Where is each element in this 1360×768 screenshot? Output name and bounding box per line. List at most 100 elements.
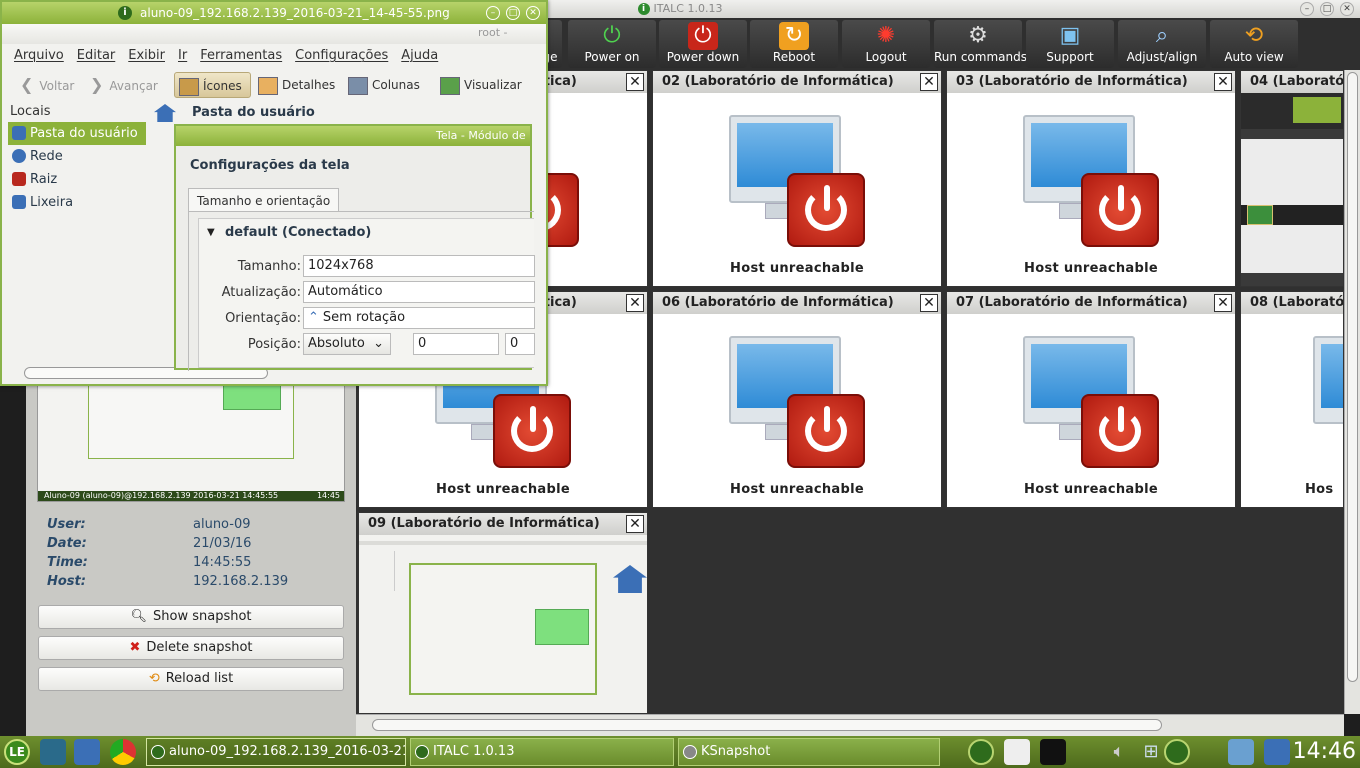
icons-view-button[interactable]: Ícones xyxy=(174,72,251,98)
chevron-down-icon[interactable]: ▼ xyxy=(207,227,215,238)
power-off-icon xyxy=(1081,173,1159,247)
start-menu-icon[interactable]: LE xyxy=(4,739,30,765)
menu-ajuda[interactable]: Ajuda xyxy=(401,44,438,68)
home-icon xyxy=(154,104,176,122)
forward-button[interactable]: ❯ Avançar xyxy=(86,72,158,98)
details-view-button[interactable]: Detalhes xyxy=(254,72,335,98)
file-manager-titlebar: i aluno-09_192.168.2.139_2016-03-21_14-4… xyxy=(2,2,546,24)
desktop-icon[interactable] xyxy=(40,739,66,765)
reload-list-button[interactable]: ⟲ Reload list xyxy=(38,667,344,691)
close-icon[interactable]: ✕ xyxy=(920,73,938,91)
menu-exibir[interactable]: Exibir xyxy=(128,44,165,68)
trash-icon[interactable] xyxy=(1264,739,1290,765)
breadcrumb[interactable]: Pasta do usuário xyxy=(154,102,315,124)
power-off-icon xyxy=(1081,394,1159,468)
menu-arquivo[interactable]: Arquivo xyxy=(14,44,64,68)
chrome-icon[interactable] xyxy=(110,739,136,765)
delete-snapshot-button[interactable]: ✖ Delete snapshot xyxy=(38,636,344,660)
refresh-field[interactable]: Automático xyxy=(303,281,535,303)
position-select[interactable]: Absoluto ⌄ xyxy=(303,333,391,355)
show-snapshot-button[interactable]: 🔍︎ Show snapshot xyxy=(38,605,344,629)
maximize-icon[interactable]: □ xyxy=(1320,2,1334,16)
network-icon xyxy=(12,149,26,163)
app-icon: i xyxy=(118,6,132,20)
toolbar-button-run-commands[interactable]: ⚙ Run commands xyxy=(934,20,1027,68)
size-field[interactable]: 1024x768 xyxy=(303,255,535,277)
computer-tile[interactable]: 09 (Laboratório de Informática) ✕ xyxy=(358,512,648,714)
power-down-icon: ⏻ xyxy=(688,22,718,50)
close-icon[interactable]: ✕ xyxy=(1340,2,1354,16)
screenshot-icon[interactable] xyxy=(1228,739,1254,765)
refresh-label: Atualização: xyxy=(221,285,301,300)
auto-view-icon: ⟲ xyxy=(1244,23,1264,48)
grid-horizontal-scrollbar[interactable] xyxy=(356,714,1344,736)
arrow-right-icon: ❯ xyxy=(90,75,104,94)
dialog-title: Tela - Módulo de xyxy=(436,129,526,142)
toolbar-button-support[interactable]: ▣ Support xyxy=(1026,20,1114,68)
task-ksnapshot[interactable]: KSnapshot xyxy=(678,738,940,766)
menu-ir[interactable]: Ir xyxy=(178,44,187,68)
task-file-manager[interactable]: aluno-09_192.168.2.139_2016-03-21 xyxy=(146,738,406,766)
preview-caption-bar: Aluno-09 (aluno-09)@192.168.2.139 2016-0… xyxy=(38,491,344,501)
user-indicator: root - xyxy=(478,26,508,39)
icons-view-icon xyxy=(179,77,199,96)
computer-tile[interactable]: 07 (Laboratório de Informática) ✕ Host un… xyxy=(946,291,1236,508)
gear-icon: ⚙ xyxy=(968,23,988,48)
magnifier-icon: ⌕ xyxy=(1155,23,1169,48)
place-network[interactable]: Rede xyxy=(4,145,150,168)
italc-tray-icon[interactable] xyxy=(968,739,994,765)
tab-size-orientation[interactable]: Tamanho e orientação xyxy=(188,188,340,212)
maximize-icon[interactable]: □ xyxy=(506,6,520,20)
preview-button[interactable]: Visualizar xyxy=(436,72,522,98)
magnifier-icon: 🔍︎ xyxy=(130,609,147,624)
menu-configuracoes[interactable]: Configurações xyxy=(295,44,388,68)
volume-icon[interactable]: 🔈︎ xyxy=(1106,739,1132,765)
toolbar-button-adjust-align[interactable]: ⌕ Adjust/align xyxy=(1118,20,1206,68)
info-icon[interactable] xyxy=(1164,739,1190,765)
toolbar-button-auto-view[interactable]: ⟲ Auto view xyxy=(1210,20,1298,68)
minimize-icon[interactable]: – xyxy=(1300,2,1314,16)
computer-tile[interactable]: 03 (Laboratório de Informática) ✕ Host un… xyxy=(946,70,1236,287)
support-icon: ▣ xyxy=(1059,23,1081,48)
snapshot-preview[interactable]: Aluno-09 (aluno-09)@192.168.2.139 2016-0… xyxy=(37,378,345,502)
computer-tile[interactable]: 04 (Laborató xyxy=(1240,70,1344,287)
computer-tile[interactable]: 08 (Laborató Hos xyxy=(1240,291,1344,508)
host-value: 192.168.2.139 xyxy=(193,574,289,589)
close-icon[interactable]: ✕ xyxy=(626,294,644,312)
close-icon[interactable]: ✕ xyxy=(1214,294,1232,312)
toolbar-button-power-down[interactable]: ⏻ Power down xyxy=(659,20,747,68)
orientation-field[interactable]: ⌃ Sem rotação xyxy=(303,307,535,329)
terminal-icon[interactable] xyxy=(1040,739,1066,765)
user-label: User: xyxy=(47,517,86,532)
reboot-icon: ↻ xyxy=(779,22,809,50)
position-y-field[interactable]: 0 xyxy=(505,333,535,355)
place-root[interactable]: Raiz xyxy=(4,168,150,191)
close-icon[interactable]: ✕ xyxy=(1214,73,1232,91)
minimize-icon[interactable]: – xyxy=(486,6,500,20)
power-off-icon xyxy=(787,394,865,468)
time-label: Time: xyxy=(47,555,88,570)
back-button[interactable]: ❮ Voltar xyxy=(16,72,74,98)
close-icon[interactable]: ✕ xyxy=(920,294,938,312)
menu-editar[interactable]: Editar xyxy=(77,44,116,68)
toolbar-button-power-on[interactable]: ⏻ Power on xyxy=(568,20,656,68)
position-x-field[interactable]: 0 xyxy=(413,333,499,355)
columns-view-button[interactable]: Colunas xyxy=(344,72,420,98)
close-icon[interactable]: ✕ xyxy=(626,515,644,533)
preview-icon xyxy=(440,76,460,95)
place-trash[interactable]: Lixeira xyxy=(4,191,150,214)
toolbar-button-reboot[interactable]: ↻ Reboot xyxy=(750,20,838,68)
menu-ferramentas[interactable]: Ferramentas xyxy=(200,44,282,68)
grid-vertical-scrollbar[interactable] xyxy=(1344,70,1360,714)
place-home[interactable]: Pasta do usuário xyxy=(8,122,146,145)
network-icon[interactable]: ⊞ xyxy=(1138,739,1164,765)
task-italc[interactable]: ITALC 1.0.13 xyxy=(410,738,674,766)
computer-tile[interactable]: 06 (Laboratório de Informática) ✕ Host un… xyxy=(652,291,942,508)
toolbar-button-logout[interactable]: ✺ Logout xyxy=(842,20,930,68)
close-icon[interactable]: ✕ xyxy=(526,6,540,20)
pen-icon[interactable] xyxy=(1004,739,1030,765)
file-manager-icon[interactable] xyxy=(74,739,100,765)
clock: 14:46 xyxy=(1292,739,1356,764)
computer-tile[interactable]: 02 (Laboratório de Informática) ✕ Host un… xyxy=(652,70,942,287)
close-icon[interactable]: ✕ xyxy=(626,73,644,91)
